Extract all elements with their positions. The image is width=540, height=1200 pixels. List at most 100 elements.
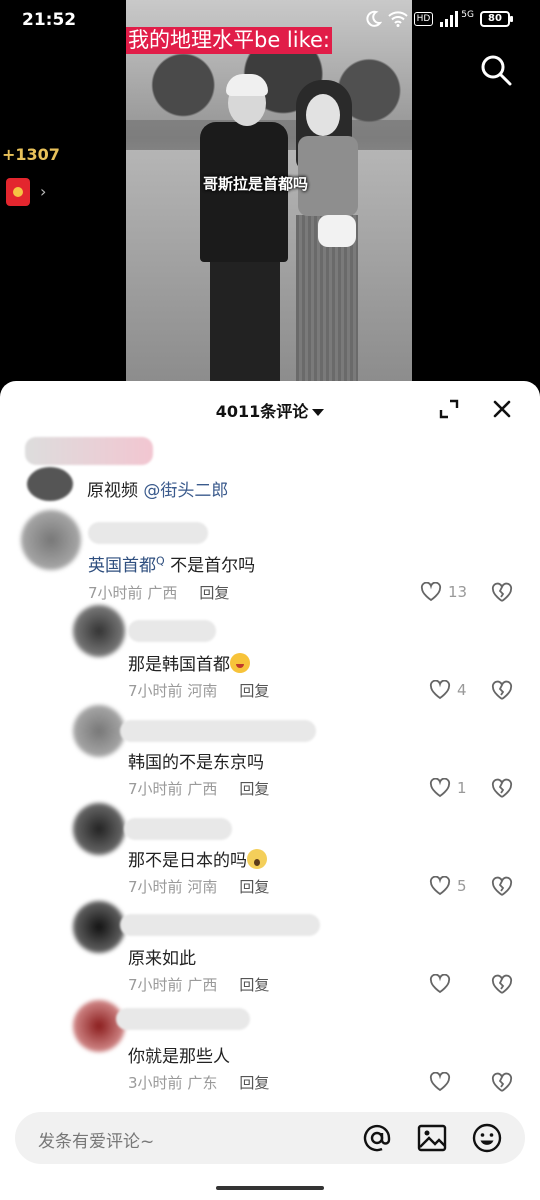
comment-meta: 7小时前 河南 回复 — [128, 680, 269, 701]
like-count: 4 — [457, 681, 467, 699]
search-small-icon[interactable]: Q — [156, 554, 165, 567]
status-time: 21:52 — [22, 10, 77, 30]
comment-text: 英国首都Q 不是首尔吗 — [88, 551, 255, 576]
hd-badge: HD — [413, 12, 434, 26]
comment-text-body: 原来如此 — [128, 949, 196, 969]
caret-down-icon — [312, 409, 325, 416]
comment-input-placeholder: 发条有爱评论~ — [38, 1132, 155, 1152]
comment-text-rest: 不是首尔吗 — [164, 556, 256, 576]
original-video-author[interactable]: @街头二郎 — [143, 481, 228, 501]
comment-time: 7小时前 — [128, 878, 183, 896]
original-video-link[interactable]: 原视频 @街头二郎 — [87, 476, 228, 501]
reply-button[interactable]: 回复 — [239, 1074, 269, 1092]
coin-counter[interactable]: +1307 — [2, 145, 60, 164]
original-video-avatar[interactable] — [27, 467, 73, 501]
comment-text-body: 那是韩国首都 — [128, 655, 230, 675]
video-title-overlay: 我的地理水平be like: — [126, 27, 333, 54]
blurred-username[interactable] — [120, 914, 320, 936]
status-icons: HD 5G 80 — [364, 10, 513, 28]
reply-button[interactable]: 回复 — [239, 780, 269, 798]
video-frame[interactable] — [126, 0, 412, 395]
comment-location: 广西 — [187, 976, 218, 994]
smile-icon[interactable] — [471, 1122, 503, 1154]
blurred-username[interactable] — [124, 818, 232, 840]
like-button[interactable]: 13 — [420, 582, 467, 602]
battery-indicator: 80 — [480, 11, 513, 27]
comment-time: 7小时前 — [88, 584, 143, 602]
screaming-emoji-icon — [247, 849, 267, 869]
avatar[interactable] — [73, 803, 125, 855]
reply-button[interactable]: 回复 — [199, 584, 229, 602]
blurred-username[interactable] — [120, 720, 316, 742]
signal-icon — [440, 11, 459, 27]
comment-text: 那是韩国首都 — [128, 650, 250, 675]
comment-input[interactable]: 发条有爱评论~ — [15, 1112, 525, 1164]
video-woman-figure — [284, 80, 374, 395]
comment-text: 韩国的不是东京吗 — [128, 748, 264, 773]
comment-meta: 3小时前 广东 回复 — [128, 1072, 269, 1093]
comment-time: 3小时前 — [128, 1074, 183, 1092]
close-icon[interactable] — [492, 399, 512, 419]
like-button[interactable]: 5 — [429, 876, 467, 896]
video-area[interactable] — [0, 0, 540, 395]
comment-text: 那不是日本的吗 — [128, 846, 267, 871]
like-button[interactable] — [429, 1072, 451, 1092]
avatar[interactable] — [73, 605, 125, 657]
avatar[interactable] — [73, 901, 125, 953]
wifi-icon — [387, 11, 408, 27]
like-count: 5 — [457, 877, 467, 895]
network-type: 5G — [461, 10, 474, 20]
blurred-username[interactable] — [116, 1008, 250, 1030]
comment-count[interactable]: 4011条评论 — [0, 398, 540, 422]
video-man-figure — [192, 74, 292, 395]
image-icon[interactable] — [416, 1122, 448, 1154]
broken-heart-icon[interactable] — [490, 875, 514, 897]
broken-heart-icon[interactable] — [490, 973, 514, 995]
comment-text-body: 那不是日本的吗 — [128, 851, 247, 871]
home-indicator[interactable] — [216, 1186, 324, 1190]
search-icon[interactable] — [478, 52, 514, 88]
blurred-username[interactable] — [128, 620, 216, 642]
comment-meta: 7小时前 广西 回复 — [88, 582, 229, 603]
comment-location: 河南 — [187, 682, 218, 700]
like-count: 13 — [448, 583, 468, 601]
like-button[interactable]: 4 — [429, 680, 467, 700]
blurred-username[interactable] — [88, 522, 208, 544]
avatar[interactable] — [21, 510, 81, 570]
comment-meta: 7小时前 广西 回复 — [128, 778, 269, 799]
comment-time: 7小时前 — [128, 682, 183, 700]
comment-location: 广东 — [187, 1074, 218, 1092]
comment-count-label: 4011条评论 — [215, 402, 309, 421]
heart-icon — [429, 974, 451, 994]
broken-heart-icon[interactable] — [490, 679, 514, 701]
broken-heart-icon[interactable] — [490, 777, 514, 799]
like-button[interactable] — [429, 974, 451, 994]
heart-icon — [429, 876, 451, 896]
comment-text: 原来如此 — [128, 944, 196, 969]
heart-icon — [429, 778, 451, 798]
blurred-username — [25, 437, 153, 465]
redpacket-arrow[interactable]: › — [40, 182, 46, 201]
like-button[interactable]: 1 — [429, 778, 467, 798]
broken-heart-icon[interactable] — [490, 1071, 514, 1093]
reply-button[interactable]: 回复 — [239, 878, 269, 896]
heart-icon — [429, 1072, 451, 1092]
comment-location: 河南 — [187, 878, 218, 896]
comment-text: 你就是那些人 — [128, 1042, 230, 1067]
avatar[interactable] — [73, 705, 125, 757]
heart-icon — [429, 680, 451, 700]
video-caption: 哥斯拉是首都吗 — [203, 175, 309, 193]
reply-button[interactable]: 回复 — [239, 976, 269, 994]
avatar[interactable] — [73, 1000, 125, 1052]
heart-icon — [420, 582, 442, 602]
at-icon[interactable] — [361, 1122, 393, 1154]
comment-time: 7小时前 — [128, 780, 183, 798]
reply-button[interactable]: 回复 — [239, 682, 269, 700]
expand-icon[interactable] — [439, 399, 459, 419]
redpacket-icon[interactable] — [6, 178, 30, 206]
like-count: 1 — [457, 779, 467, 797]
search-keyword-link[interactable]: 英国首都 — [88, 556, 156, 576]
broken-heart-icon[interactable] — [490, 581, 514, 603]
comment-location: 广西 — [187, 780, 218, 798]
comment-text-body: 韩国的不是东京吗 — [128, 753, 264, 773]
